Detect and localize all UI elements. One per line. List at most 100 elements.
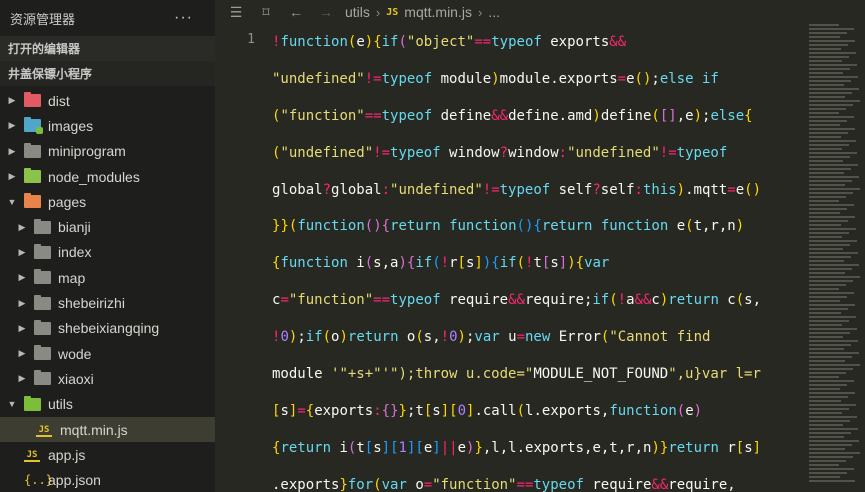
tree-item-mqtt-min-js[interactable]: JS mqtt.min.js — [0, 416, 215, 443]
chevron-right-icon: ▶ — [8, 95, 16, 106]
line-number: 1 — [247, 32, 255, 47]
chevron-right-icon: › — [375, 4, 381, 20]
minimap-line — [809, 476, 840, 478]
folder-utils-icon — [24, 395, 41, 411]
code-line[interactable]: }}(function(){return function(){return f… — [272, 208, 805, 245]
code-line[interactable]: !function(e){if("object"==typeof exports… — [272, 24, 805, 61]
tree-item-label: pages — [48, 193, 87, 210]
list-icon[interactable]: ☰ — [225, 4, 247, 21]
minimap-line — [809, 36, 840, 38]
tree-item-bianji[interactable]: ▶ bianji — [0, 214, 215, 239]
breadcrumb-file[interactable]: mqtt.min.js — [404, 4, 472, 20]
minimap-line — [809, 32, 847, 34]
code-area[interactable]: 1 !function(e){if("object"==typeof expor… — [215, 24, 805, 492]
code-text[interactable]: !function(e){if("object"==typeof exports… — [272, 24, 805, 492]
minimap-line — [809, 304, 855, 306]
tree-item-images[interactable]: ▶ images — [0, 113, 215, 138]
minimap-line — [809, 52, 856, 54]
minimap-line — [809, 40, 855, 42]
code-line[interactable]: "undefined"!=typeof module)module.export… — [272, 61, 805, 98]
minimap-line — [809, 204, 854, 206]
breadcrumb-utils[interactable]: utils — [345, 4, 370, 20]
minimap-line — [809, 356, 852, 358]
code-line[interactable]: {return i(t[s][1][e]||e)},l,l.exports,e,… — [272, 430, 805, 467]
folder-icon — [34, 370, 51, 386]
tree-item-index[interactable]: ▶ index — [0, 240, 215, 265]
tree-item-app-json[interactable]: {..} app.json — [0, 467, 215, 492]
arrow-right-icon[interactable]: → — [315, 4, 337, 20]
code-line[interactable]: ("undefined"!=typeof window?window:"unde… — [272, 135, 805, 172]
tree-item-miniprogram[interactable]: ▶ miniprogram — [0, 139, 215, 164]
tree-item-xiaoxi[interactable]: ▶ xiaoxi — [0, 366, 215, 391]
tree-item-wode[interactable]: ▶ wode — [0, 341, 215, 366]
tree-item-label: node_modules — [48, 168, 140, 185]
minimap-line — [809, 176, 859, 178]
code-line[interactable]: !0);if(o)return o(s,!0);var u=new Error(… — [272, 319, 805, 356]
tree-item-label: dist — [48, 92, 70, 109]
tree-item-label: app.js — [48, 446, 86, 463]
more-actions-icon[interactable]: ··· — [174, 9, 193, 27]
minimap-line — [809, 340, 858, 342]
minimap-line — [809, 324, 842, 326]
minimap-line — [809, 60, 842, 62]
json-file-icon: {..} — [24, 473, 53, 488]
minimap-line — [809, 460, 846, 462]
minimap-line — [809, 72, 843, 74]
open-editors-section[interactable]: 打开的编辑器 — [0, 36, 215, 61]
minimap-line — [809, 164, 858, 166]
minimap-line — [809, 336, 843, 338]
bookmark-icon[interactable]: ⌑ — [255, 4, 277, 21]
minimap-line — [809, 328, 857, 330]
minimap-line — [809, 128, 855, 130]
tree-item-label: wode — [58, 345, 92, 362]
minimap-line — [809, 448, 845, 450]
arrow-left-icon[interactable]: ← — [285, 4, 307, 20]
minimap-line — [809, 360, 845, 362]
chevron-right-icon: ▶ — [8, 145, 16, 156]
code-line[interactable]: global?global:"undefined"!=typeof self?s… — [272, 172, 805, 209]
tree-item-label: xiaoxi — [58, 370, 94, 387]
tree-item-map[interactable]: ▶ map — [0, 265, 215, 290]
code-line[interactable]: module '"+s+"'");throw u.code="MODULE_NO… — [272, 356, 805, 393]
minimap-line — [809, 464, 839, 466]
js-file-icon: JS — [24, 448, 40, 462]
tree-item-app-js[interactable]: JS app.js — [0, 442, 215, 467]
minimap-line — [809, 252, 858, 254]
code-line[interactable]: .exports}for(var o="function"==typeof re… — [272, 467, 805, 492]
minimap-line — [809, 348, 844, 350]
code-line[interactable]: {function i(s,a){if(!r[s]){if(!t[s]){var — [272, 245, 805, 282]
tree-item-pages[interactable]: ▼ pages — [0, 189, 215, 214]
open-editors-label: 打开的编辑器 — [8, 42, 81, 56]
tree-item-shebeixiangqing[interactable]: ▶ shebeixiangqing — [0, 316, 215, 341]
code-line[interactable]: [s]={exports:{}};t[s][0].call(l.exports,… — [272, 393, 805, 430]
code-line[interactable]: c="function"==typeof require&&require;if… — [272, 282, 805, 319]
minimap-line — [809, 148, 842, 150]
breadcrumb-symbol[interactable]: ... — [488, 4, 500, 20]
minimap-line — [809, 236, 842, 238]
js-file-icon: JS — [386, 6, 399, 18]
minimap-line — [809, 44, 848, 46]
minimap-line — [809, 192, 853, 194]
tree-item-dist[interactable]: ▶ dist — [0, 88, 215, 113]
minimap-line — [809, 28, 854, 30]
tree-item-utils[interactable]: ▼ utils — [0, 392, 215, 417]
project-section[interactable]: 井盖保镖小程序 — [0, 61, 215, 86]
chevron-right-icon: ▶ — [18, 297, 26, 308]
minimap-line — [809, 268, 852, 270]
minimap-line — [809, 172, 844, 174]
minimap-line — [809, 152, 857, 154]
tree-item-label: app.json — [48, 472, 101, 489]
minimap-line — [809, 76, 858, 78]
minimap-line — [809, 100, 860, 102]
minimap-line — [809, 244, 850, 246]
tree-item-shebeirizhi[interactable]: ▶ shebeirizhi — [0, 290, 215, 315]
minimap-line — [809, 376, 839, 378]
minimap-line — [809, 440, 859, 442]
minimap-line — [809, 280, 853, 282]
code-line[interactable]: ("function"==typeof define&&define.amd)d… — [272, 98, 805, 135]
minimap[interactable] — [805, 24, 865, 492]
minimap-line — [809, 80, 851, 82]
tree-item-node-modules[interactable]: ▶ node_modules — [0, 164, 215, 189]
minimap-line — [809, 432, 851, 434]
minimap-line — [809, 220, 848, 222]
